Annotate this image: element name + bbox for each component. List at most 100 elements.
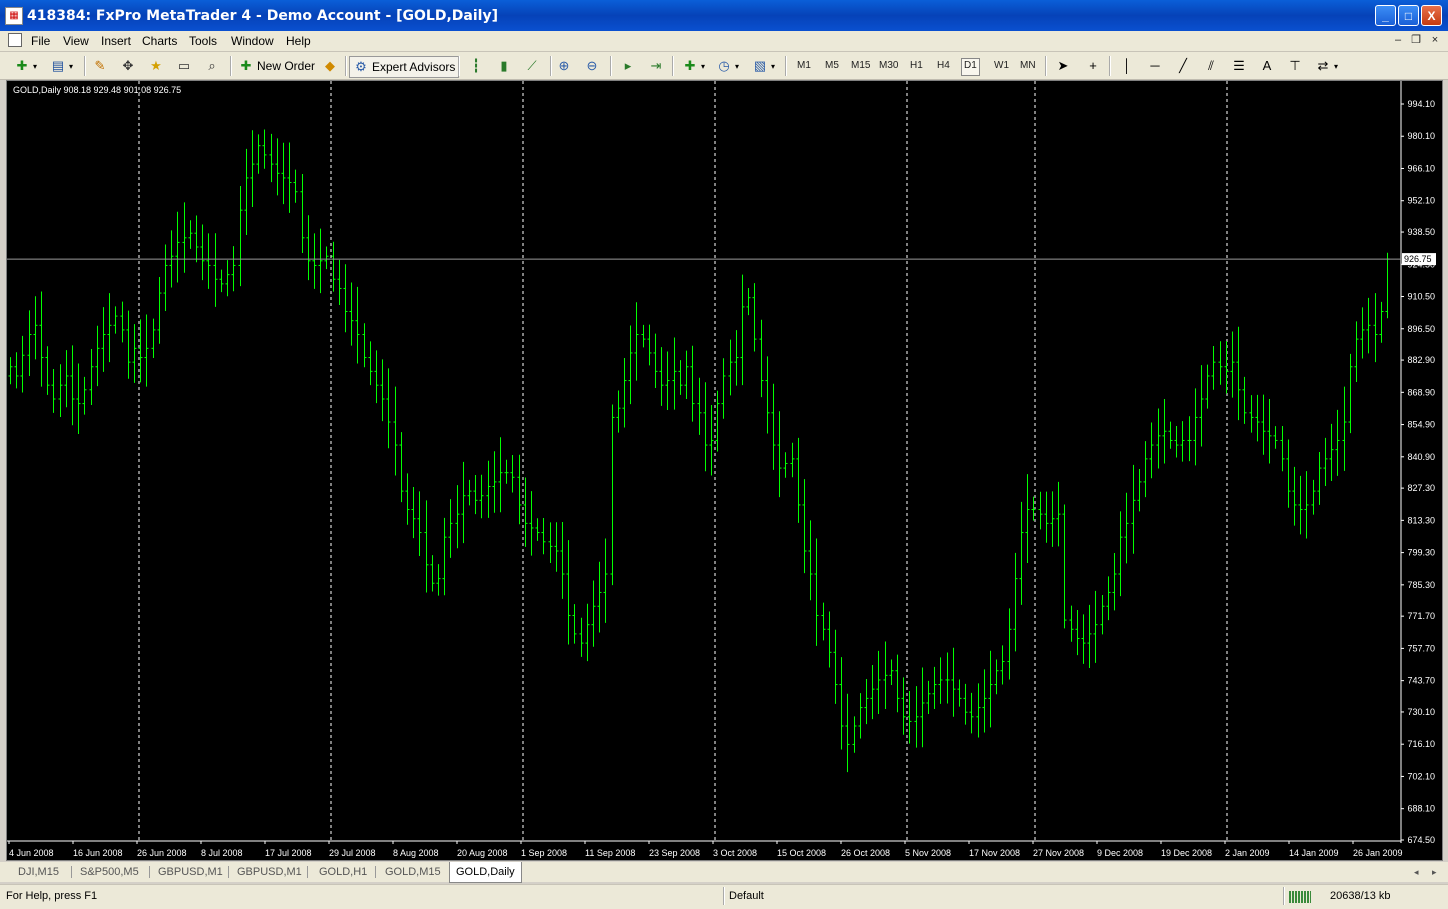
status-bar: For Help, press F1 Default 20638/13 kb [0,884,1448,909]
expert-advisors-icon: ⚙ [355,59,367,74]
time-tick-label: 19 Dec 2008 [1161,848,1212,858]
new-chart-icon: ✚ [16,58,28,73]
menu-window[interactable]: Window [231,34,274,48]
app-icon: ▦ [5,7,23,25]
time-tick-label: 26 Jan 2009 [1353,848,1403,858]
trendline-button[interactable]: ╱ [1175,56,1191,76]
timeframe-w1[interactable]: W1 [992,58,1011,74]
line-chart-button[interactable]: ⟋ [524,56,540,76]
tester-button[interactable]: ⌕ [204,56,220,76]
price-tick-label: 994.10 [1407,99,1435,109]
channel-button[interactable]: ⫽ [1203,56,1219,76]
bar-chart-button[interactable]: ┇ [468,56,484,76]
menu-charts[interactable]: Charts [142,34,177,48]
tab-gbpusd-m1-2[interactable]: GBPUSD,M1 [231,864,308,880]
time-tick-label: 17 Nov 2008 [969,848,1020,858]
time-tick-label: 14 Jan 2009 [1289,848,1339,858]
metaeditor-button[interactable]: ◆ [322,56,338,76]
menu-tools[interactable]: Tools [189,34,217,48]
chart-shift-icon: ⇥ [650,58,662,73]
zoom-out-button[interactable]: ⊖ [584,56,600,76]
fibonacci-button[interactable]: ☰ [1231,56,1247,76]
timeframe-d1[interactable]: D1 [961,58,980,76]
tab-sp500-m5[interactable]: S&P500,M5 [74,864,145,880]
new-chart-button[interactable]: ✚ ▾ [14,56,37,76]
text-label-icon: ⊤ [1289,58,1301,73]
time-tick-label: 26 Oct 2008 [841,848,890,858]
price-tick-label: 868.90 [1407,387,1435,397]
candlestick-button[interactable]: ▮ [496,56,512,76]
vertical-line-button[interactable]: │ [1119,56,1135,76]
tab-gold-daily[interactable]: GOLD,Daily [449,862,522,883]
indicators-button[interactable]: ✚ ▾ [682,56,705,76]
price-tick-label: 688.10 [1407,804,1435,814]
timeframe-m5[interactable]: M5 [823,58,841,74]
arrows-icon: ⇄ [1317,58,1329,73]
tab-gold-m15[interactable]: GOLD,M15 [379,864,447,880]
menu-file[interactable]: File [31,34,50,48]
tab-scroll-left-icon[interactable]: ◂ [1408,864,1425,880]
tab-dji-m15[interactable]: DJI,M15 [12,864,65,880]
time-tick-label: 26 Jun 2008 [137,848,187,858]
price-tick-label: 771.70 [1407,611,1435,621]
data-window-button[interactable]: ✥ [120,56,136,76]
templates-button[interactable]: ▧ ▾ [752,56,775,76]
zoom-in-button[interactable]: ⊕ [556,56,572,76]
doc-restore-button[interactable]: ❐ [1409,33,1423,47]
crosshair-tool-button[interactable]: + [1085,56,1101,76]
terminal-button[interactable]: ▭ [176,56,192,76]
doc-close-button[interactable]: × [1428,33,1442,47]
market-watch-icon: ✎ [94,58,106,73]
price-tick-label: 813.30 [1407,515,1435,525]
arrows-button[interactable]: ⇄ ▾ [1315,56,1338,76]
doc-minimize-button[interactable]: – [1391,33,1405,47]
time-tick-label: 23 Sep 2008 [649,848,700,858]
status-help: For Help, press F1 [6,890,98,902]
navigator-button[interactable]: ★ [148,56,164,76]
profiles-button[interactable]: ▤ ▾ [50,56,73,76]
price-tick-label: 743.70 [1407,676,1435,686]
price-tick-label: 980.10 [1407,131,1435,141]
tab-gold-h1[interactable]: GOLD,H1 [313,864,373,880]
timeframe-m30[interactable]: M30 [877,58,900,74]
timeframe-h4[interactable]: H4 [935,58,952,74]
new-order-icon: ✚ [240,58,252,73]
timeframe-h1[interactable]: H1 [908,58,925,74]
market-watch-button[interactable]: ✎ [92,56,108,76]
minimize-button[interactable]: _ [1375,5,1396,26]
time-tick-label: 2 Jan 2009 [1225,848,1270,858]
timeframe-m1[interactable]: M1 [795,58,813,74]
text-tool-button[interactable]: A [1259,56,1275,76]
chart-shift-button[interactable]: ⇥ [648,56,664,76]
close-button[interactable]: X [1421,5,1442,26]
tab-gbpusd-m1[interactable]: GBPUSD,M1 [152,864,229,880]
new-order-button[interactable]: ✚ New Order [238,56,315,76]
price-tick-label: 785.30 [1407,580,1435,590]
price-tick-label: 757.70 [1407,643,1435,653]
expert-advisors-button[interactable]: ⚙ Expert Advisors [349,56,460,78]
price-chart[interactable]: GOLD,Daily 908.18 929.48 901.08 926.75 9… [7,81,1442,860]
chart-window[interactable]: GOLD,Daily 908.18 929.48 901.08 926.75 9… [6,80,1443,861]
autoscroll-button[interactable]: ▸ [620,56,636,76]
menu-view[interactable]: View [63,34,89,48]
window-titlebar[interactable]: ▦ 418384: FxPro MetaTrader 4 - Demo Acco… [0,0,1448,31]
menu-help[interactable]: Help [286,34,311,48]
status-traffic: 20638/13 kb [1330,890,1391,902]
timeframe-m15[interactable]: M15 [849,58,872,74]
window-title: 418384: FxPro MetaTrader 4 - Demo Accoun… [27,8,498,24]
horizontal-line-icon: ─ [1150,58,1160,73]
cursor-tool-button[interactable]: ➤ [1055,56,1071,76]
tab-scroll-right-icon[interactable]: ▸ [1426,864,1443,880]
tester-icon: ⌕ [208,58,216,73]
periods-button[interactable]: ◷ ▾ [716,56,739,76]
time-tick-label: 3 Oct 2008 [713,848,757,858]
maximize-button[interactable]: □ [1398,5,1419,26]
menu-insert[interactable]: Insert [101,34,131,48]
diamond-icon: ◆ [325,58,335,73]
timeframe-mn[interactable]: MN [1018,58,1038,74]
time-tick-label: 8 Jul 2008 [201,848,243,858]
horizontal-line-button[interactable]: ─ [1147,56,1163,76]
star-icon: ★ [150,58,162,73]
document-icon[interactable] [8,33,22,47]
text-label-button[interactable]: ⊤ [1287,56,1303,76]
